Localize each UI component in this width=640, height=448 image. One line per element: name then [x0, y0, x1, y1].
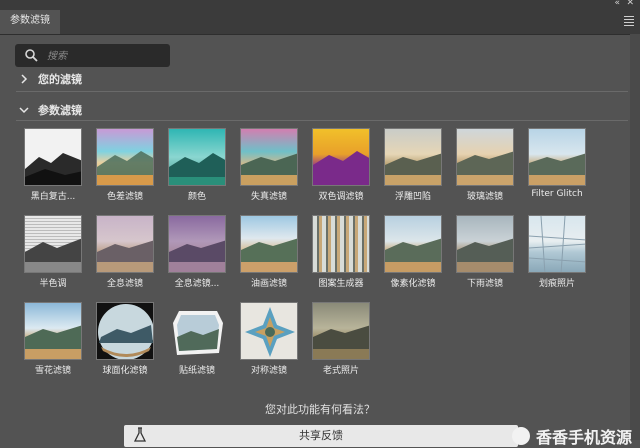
filter-label: 失真滤镜 — [250, 192, 287, 202]
window-top-bar: « ✕ — [0, 0, 640, 10]
filter-thumbnail — [96, 128, 154, 186]
filter-thumbnail — [384, 128, 442, 186]
filter-halftone[interactable]: 半色调 — [21, 215, 85, 289]
chevron-right-icon — [21, 74, 28, 84]
filter-label: 对称滤镜 — [250, 366, 287, 376]
filter-old-photo[interactable]: 老式照片 — [309, 302, 373, 376]
flask-icon — [133, 427, 147, 442]
filter-thumbnail — [168, 215, 226, 273]
filter-spherize[interactable]: 球面化滤镜 — [93, 302, 157, 376]
filter-thumbnail — [168, 128, 226, 186]
section-label: 参数滤镜 — [38, 104, 82, 117]
filter-glitch[interactable]: Filter Glitch — [525, 128, 589, 199]
filter-label: 图案生成器 — [318, 279, 364, 289]
filter-label: 玻璃滤镜 — [466, 192, 503, 202]
close-icon[interactable]: ✕ — [626, 0, 634, 8]
filter-scratch[interactable]: 划痕照片 — [525, 215, 589, 289]
filter-thumbnail — [456, 215, 514, 273]
filter-holo-2[interactable]: 全息滤镜... — [165, 215, 229, 289]
filter-label: 雪花滤镜 — [34, 366, 71, 376]
filter-holo[interactable]: 全息滤镜 — [93, 215, 157, 289]
filter-thumbnail — [456, 128, 514, 186]
panel-tab-row: 参数滤镜 — [0, 10, 640, 35]
collapse-icon[interactable]: « — [614, 0, 620, 8]
filter-rain[interactable]: 下雨滤镜 — [453, 215, 517, 289]
filter-thumbnail — [24, 215, 82, 273]
divider — [16, 91, 628, 92]
share-feedback-label: 共享反馈 — [299, 429, 343, 442]
filter-label: 双色调滤镜 — [318, 192, 364, 202]
filter-thumbnail — [240, 215, 298, 273]
filter-label: 贴纸滤镜 — [178, 366, 215, 376]
feedback-question: 您对此功能有何看法？ — [265, 403, 375, 416]
filter-oil-paint[interactable]: 油画滤镜 — [237, 215, 301, 289]
filter-label: 半色调 — [39, 279, 67, 289]
filter-label: 全息滤镜... — [174, 279, 220, 289]
filter-chromatic[interactable]: 色差滤镜 — [93, 128, 157, 202]
filter-emboss[interactable]: 浮雕凹陷 — [381, 128, 445, 202]
chevron-down-icon — [19, 107, 29, 114]
filter-thumbnail — [24, 302, 82, 360]
filter-distortion[interactable]: 失真滤镜 — [237, 128, 301, 202]
filter-symmetry[interactable]: 对称滤镜 — [237, 302, 301, 376]
filter-pixelate[interactable]: 像素化滤镜 — [381, 215, 445, 289]
filter-thumbnail — [240, 302, 298, 360]
filter-thumbnail — [312, 215, 370, 273]
filter-label: 色差滤镜 — [106, 192, 143, 202]
filter-thumbnail — [96, 302, 154, 360]
filter-thumbnail — [528, 215, 586, 273]
filter-thumbnail — [384, 215, 442, 273]
filter-label: Filter Glitch — [531, 189, 583, 199]
filter-label: 黑白复古... — [30, 192, 76, 202]
filter-label: 老式照片 — [322, 366, 359, 376]
filter-label: 像素化滤镜 — [390, 279, 436, 289]
filter-thumbnail — [312, 302, 370, 360]
filter-thumbnail — [240, 128, 298, 186]
scrollbar[interactable] — [630, 34, 640, 440]
filter-thumbnail — [312, 128, 370, 186]
filter-thumbnail — [528, 128, 586, 186]
section-label: 您的滤镜 — [38, 73, 82, 86]
filter-color[interactable]: 颜色 — [165, 128, 229, 202]
tab-neural-filters[interactable]: 参数滤镜 — [0, 10, 60, 34]
filter-duotone[interactable]: 双色调滤镜 — [309, 128, 373, 202]
filter-label: 油画滤镜 — [250, 279, 287, 289]
section-your-filters[interactable]: 您的滤镜 — [18, 71, 82, 87]
filter-sticker[interactable]: 贴纸滤镜 — [165, 302, 229, 376]
filter-label: 浮雕凹陷 — [394, 192, 431, 202]
search-box[interactable] — [15, 44, 170, 67]
search-icon — [25, 49, 38, 62]
filter-label: 下雨滤镜 — [466, 279, 503, 289]
filter-snow[interactable]: 雪花滤镜 — [21, 302, 85, 376]
divider — [16, 120, 628, 121]
filter-label: 球面化滤镜 — [102, 366, 148, 376]
filter-pattern[interactable]: 图案生成器 — [309, 215, 373, 289]
filter-glass[interactable]: 玻璃滤镜 — [453, 128, 517, 202]
watermark-logo-icon — [511, 427, 530, 445]
search-input[interactable] — [45, 47, 167, 65]
share-feedback-button[interactable]: 共享反馈 — [124, 425, 518, 447]
filter-bw-vintage[interactable]: 黑白复古... — [21, 128, 85, 202]
section-param-filters[interactable]: 参数滤镜 — [18, 102, 82, 118]
watermark-text: 香香手机资源 — [535, 428, 632, 447]
filter-label: 划痕照片 — [538, 279, 575, 289]
filter-thumbnail — [96, 215, 154, 273]
filter-thumbnail — [168, 302, 226, 360]
filter-label: 全息滤镜 — [106, 279, 143, 289]
filter-label: 颜色 — [187, 192, 206, 202]
filter-thumbnail — [24, 128, 82, 186]
panel-menu-icon[interactable] — [624, 14, 634, 28]
watermark: 香香手机资源 — [511, 424, 632, 448]
